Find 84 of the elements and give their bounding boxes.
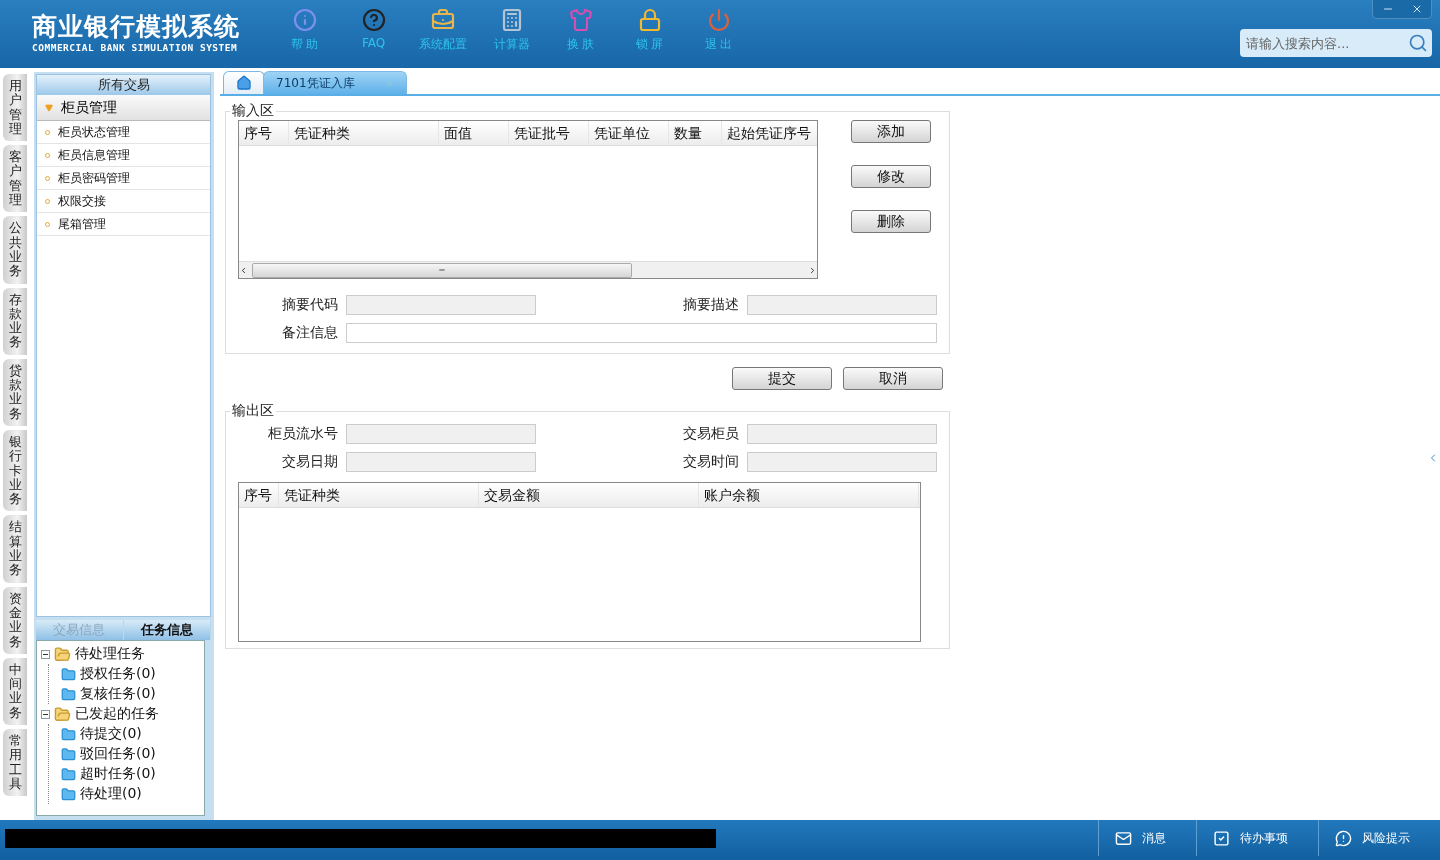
risk-icon bbox=[1335, 829, 1352, 847]
tree-item[interactable]: 驳回任务(0) bbox=[80, 745, 156, 763]
menu-item[interactable]: 权限交接 bbox=[58, 192, 106, 210]
action-button[interactable]: 提交 bbox=[732, 367, 832, 390]
scroll-right-icon[interactable] bbox=[808, 265, 817, 275]
message-icon bbox=[1115, 829, 1132, 847]
column-header: 凭证批号 bbox=[509, 121, 589, 145]
status-button[interactable]: 待办事项 bbox=[1196, 820, 1318, 856]
status-button[interactable]: 风险提示 bbox=[1318, 820, 1440, 856]
folder-icon bbox=[61, 766, 76, 782]
expand-arrow-icon[interactable] bbox=[45, 103, 53, 112]
search-icon[interactable] bbox=[1408, 33, 1428, 53]
tree-item[interactable]: 待提交(0) bbox=[80, 725, 142, 743]
scrollbar-thumb[interactable] bbox=[252, 262, 632, 278]
faq-icon bbox=[361, 8, 386, 32]
tree-item[interactable]: 超时任务(0) bbox=[80, 765, 156, 783]
folder-icon bbox=[54, 645, 71, 663]
app-subtitle: COMMERCIAL BANK SIMULATION SYSTEM bbox=[32, 42, 239, 53]
todo-icon bbox=[1213, 829, 1230, 847]
collapse-toggle-icon[interactable] bbox=[41, 649, 50, 659]
column-header: 序号 bbox=[239, 483, 279, 507]
side-tab[interactable]: 存款业务 bbox=[3, 287, 27, 355]
field-label: 柜员流水号 bbox=[267, 425, 338, 443]
folder-icon bbox=[61, 726, 76, 742]
side-tab[interactable]: 公共业务 bbox=[3, 216, 27, 284]
field-label: 交易时间 bbox=[682, 453, 739, 471]
folder-icon bbox=[61, 666, 76, 682]
field-label: 摘要代码 bbox=[281, 296, 338, 314]
column-header: 凭证种类 bbox=[289, 121, 439, 145]
page-tab[interactable]: 7101凭证入库 bbox=[263, 71, 407, 94]
column-header: 数量 bbox=[669, 121, 722, 145]
field-label: 交易日期 bbox=[281, 453, 338, 471]
side-tab[interactable]: 结算业务 bbox=[3, 515, 27, 583]
field-label: 交易柜员 bbox=[682, 425, 739, 443]
folder-icon bbox=[61, 746, 76, 762]
tree-item[interactable]: 待处理(0) bbox=[80, 785, 142, 803]
tree-item[interactable]: 授权任务(0) bbox=[80, 665, 156, 683]
home-icon bbox=[236, 75, 252, 91]
help-icon bbox=[292, 8, 317, 32]
action-button[interactable]: 删除 bbox=[851, 210, 931, 233]
action-button[interactable]: 取消 bbox=[843, 367, 943, 390]
folder-icon bbox=[54, 705, 71, 723]
column-header: 凭证种类 bbox=[279, 483, 479, 507]
column-header: 交易金额 bbox=[479, 483, 699, 507]
folder-icon bbox=[61, 686, 76, 702]
tree-item[interactable]: 待处理任务 bbox=[75, 645, 145, 663]
tree-item[interactable]: 已发起的任务 bbox=[75, 705, 159, 723]
section-title: 输入区 bbox=[231, 102, 275, 120]
menu-item[interactable]: 柜员密码管理 bbox=[58, 169, 130, 187]
search-field[interactable]: 请输入搜索内容... bbox=[1244, 34, 1408, 52]
panel-header: 所有交易 bbox=[37, 75, 210, 95]
side-tab[interactable]: 客户管理 bbox=[3, 145, 27, 213]
menu-item[interactable]: 尾箱管理 bbox=[58, 215, 106, 233]
side-tab[interactable]: 银行卡业务 bbox=[3, 429, 27, 512]
scroll-left-icon[interactable] bbox=[239, 265, 248, 275]
menu-item[interactable]: 柜员信息管理 bbox=[58, 146, 130, 164]
side-tab[interactable]: 用户管理 bbox=[3, 74, 27, 142]
lock-icon bbox=[637, 8, 662, 32]
column-header: 序号 bbox=[239, 121, 289, 145]
app-title: 商业银行模拟系统 bbox=[32, 12, 241, 42]
column-header: 账户余额 bbox=[699, 483, 919, 507]
home-tab[interactable] bbox=[223, 71, 265, 94]
side-tab[interactable]: 常用工具 bbox=[3, 729, 27, 797]
side-tab[interactable]: 资金业务 bbox=[3, 586, 27, 654]
grip-icon bbox=[438, 266, 446, 274]
column-header: 面值 bbox=[439, 121, 509, 145]
input-field[interactable] bbox=[346, 323, 937, 343]
side-tab[interactable]: 中间业务 bbox=[3, 657, 27, 725]
exit-icon bbox=[706, 8, 731, 32]
collapse-toggle-icon[interactable] bbox=[41, 709, 50, 719]
column-header: 起始凭证序号 bbox=[722, 121, 817, 145]
column-header: 凭证单位 bbox=[589, 121, 669, 145]
menu-item[interactable]: 柜员状态管理 bbox=[58, 123, 130, 141]
field-label: 摘要描述 bbox=[682, 296, 739, 314]
search-box[interactable]: 请输入搜索内容... bbox=[1240, 29, 1432, 57]
status-button[interactable]: 消息 bbox=[1098, 820, 1196, 856]
tree-item[interactable]: 复核任务(0) bbox=[80, 685, 156, 703]
folder-icon bbox=[61, 786, 76, 802]
close-icon[interactable] bbox=[384, 78, 394, 88]
field-label: 备注信息 bbox=[281, 324, 338, 342]
section-title: 输出区 bbox=[231, 402, 275, 420]
action-button[interactable]: 添加 bbox=[851, 120, 931, 143]
side-tab[interactable]: 贷款业务 bbox=[3, 358, 27, 426]
action-button[interactable]: 修改 bbox=[851, 165, 931, 188]
